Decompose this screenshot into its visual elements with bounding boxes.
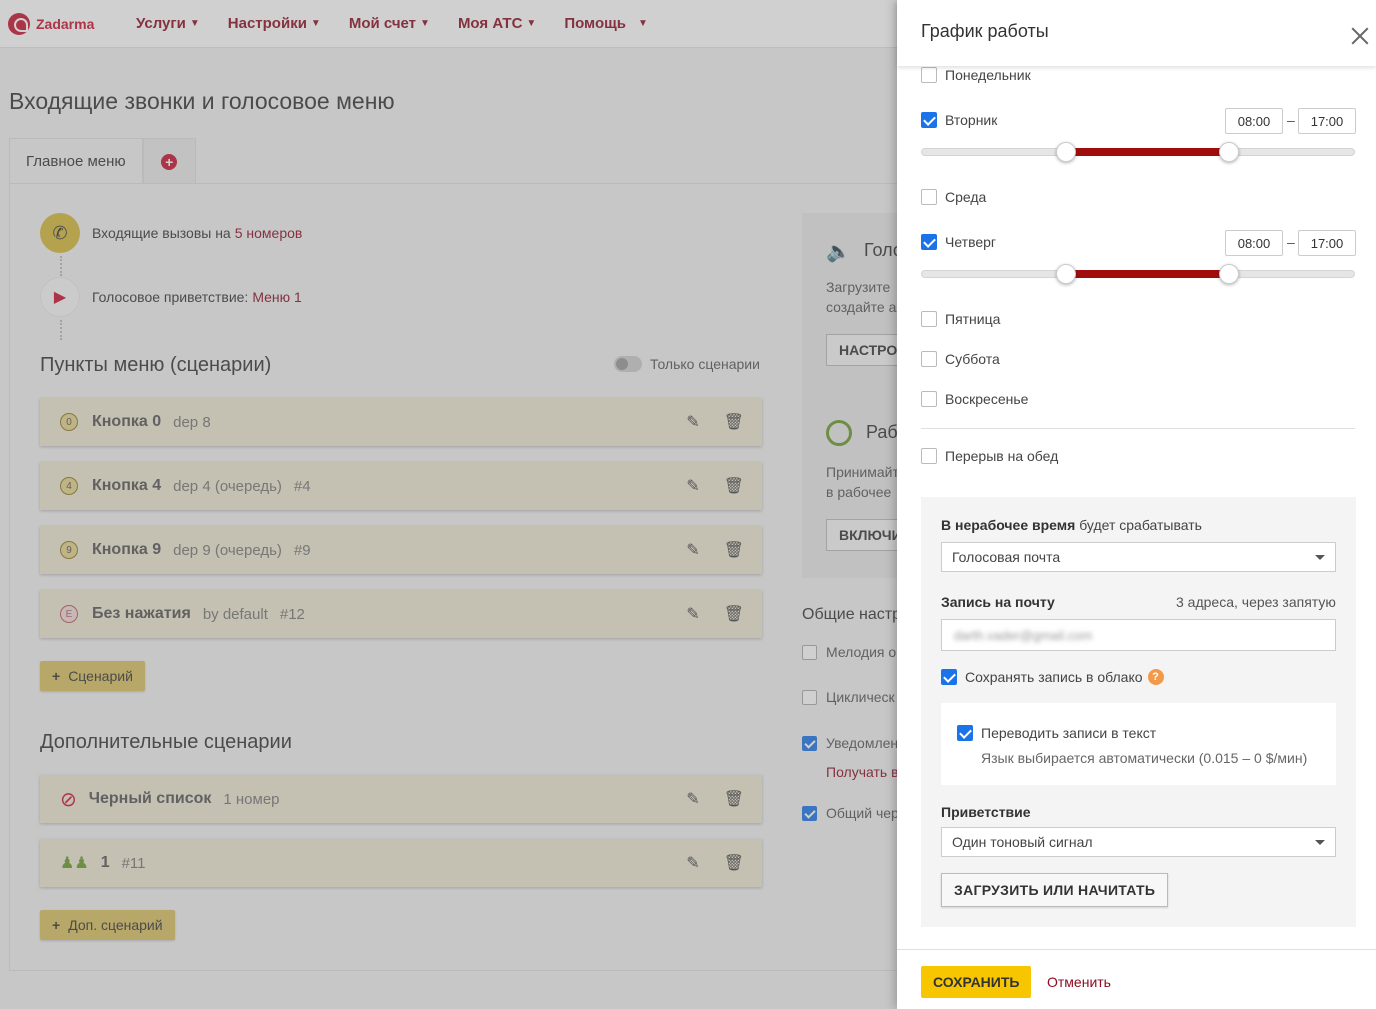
work-schedule-drawer: График работы Понедельник Вторник 08:00 … bbox=[897, 0, 1376, 1009]
greeting-label: Приветствие bbox=[941, 804, 1031, 820]
transcribe-option[interactable]: Переводить записи в текст bbox=[957, 725, 1156, 741]
checkbox[interactable] bbox=[921, 311, 937, 327]
checkbox[interactable] bbox=[921, 234, 937, 250]
caret-down-icon bbox=[1315, 555, 1325, 560]
day-label: Суббота bbox=[945, 351, 1000, 367]
off-hours-label: В нерабочее время будет срабатывать bbox=[941, 517, 1202, 533]
checkbox[interactable] bbox=[921, 351, 937, 367]
day-tuesday[interactable]: Вторник bbox=[921, 112, 997, 128]
email-value: darth.vader@gmail.com bbox=[954, 627, 1093, 643]
transcribe-block: Переводить записи в текст Язык выбираетс… bbox=[941, 703, 1336, 785]
off-hours-label-rest: будет срабатывать bbox=[1079, 517, 1202, 533]
day-label: Вторник bbox=[945, 112, 998, 128]
checkbox[interactable] bbox=[921, 391, 937, 407]
checkbox[interactable] bbox=[921, 189, 937, 205]
slider-end-handle[interactable] bbox=[1219, 264, 1239, 284]
divider bbox=[921, 428, 1355, 429]
email-input[interactable]: darth.vader@gmail.com bbox=[941, 619, 1336, 651]
slider-start-handle[interactable] bbox=[1056, 142, 1076, 162]
save-to-cloud-label: Сохранять запись в облако bbox=[965, 669, 1143, 685]
time-range-slider[interactable] bbox=[921, 264, 1355, 284]
select-value: Один тоновый сигнал bbox=[952, 834, 1093, 850]
time-range-slider[interactable] bbox=[921, 142, 1355, 162]
checkbox[interactable] bbox=[921, 112, 937, 128]
caret-down-icon bbox=[1315, 840, 1325, 845]
lunch-label: Перерыв на обед bbox=[945, 448, 1059, 464]
close-icon[interactable] bbox=[1350, 26, 1370, 46]
cancel-link[interactable]: Отменить bbox=[1047, 974, 1111, 990]
day-wednesday[interactable]: Среда bbox=[921, 189, 986, 205]
checkbox[interactable] bbox=[921, 448, 937, 464]
day-label: Понедельник bbox=[945, 67, 1031, 83]
time-separator: – bbox=[1287, 112, 1295, 128]
save-to-cloud-option[interactable]: Сохранять запись в облако ? bbox=[941, 669, 1164, 685]
upload-or-record-button[interactable]: ЗАГРУЗИТЬ ИЛИ НАЧИТАТЬ bbox=[941, 873, 1169, 907]
drawer-title: График работы bbox=[921, 21, 1049, 41]
day-friday[interactable]: Пятница bbox=[921, 311, 1000, 327]
help-icon[interactable]: ? bbox=[1147, 669, 1164, 685]
time-from-input[interactable]: 08:00 bbox=[1225, 230, 1283, 256]
greeting-select[interactable]: Один тоновый сигнал bbox=[941, 827, 1336, 857]
email-record-label: Запись на почту bbox=[941, 594, 1055, 610]
slider-range-fill bbox=[1066, 148, 1229, 156]
drawer-header: График работы bbox=[897, 0, 1376, 66]
checkbox[interactable] bbox=[941, 669, 957, 685]
off-hours-settings: В нерабочее время будет срабатывать Голо… bbox=[921, 497, 1356, 927]
slider-end-handle[interactable] bbox=[1219, 142, 1239, 162]
time-from-input[interactable]: 08:00 bbox=[1225, 108, 1283, 134]
footer-divider bbox=[897, 949, 1376, 950]
day-label: Воскресенье bbox=[945, 391, 1029, 407]
email-hint: 3 адреса, через запятую bbox=[1176, 594, 1336, 610]
save-button[interactable]: СОХРАНИТЬ bbox=[921, 966, 1032, 998]
day-label: Четверг bbox=[945, 234, 997, 250]
slider-range-fill bbox=[1066, 270, 1229, 278]
day-label: Среда bbox=[945, 189, 987, 205]
transcribe-hint: Язык выбирается автоматически (0.015 – 0… bbox=[981, 750, 1308, 766]
time-to-input[interactable]: 17:00 bbox=[1298, 108, 1356, 134]
time-to-input[interactable]: 17:00 bbox=[1298, 230, 1356, 256]
select-value: Голосовая почта bbox=[952, 549, 1061, 565]
off-hours-action-select[interactable]: Голосовая почта bbox=[941, 542, 1336, 572]
checkbox[interactable] bbox=[957, 725, 973, 741]
day-monday[interactable]: Понедельник bbox=[921, 67, 1031, 83]
day-thursday[interactable]: Четверг bbox=[921, 234, 996, 250]
slider-start-handle[interactable] bbox=[1056, 264, 1076, 284]
day-sunday[interactable]: Воскресенье bbox=[921, 391, 1028, 407]
checkbox[interactable] bbox=[921, 67, 937, 83]
lunch-break-option[interactable]: Перерыв на обед bbox=[921, 448, 1058, 464]
off-hours-label-bold: В нерабочее время bbox=[941, 517, 1076, 533]
day-label: Пятница bbox=[945, 311, 1001, 327]
transcribe-label: Переводить записи в текст bbox=[981, 725, 1157, 741]
day-saturday[interactable]: Суббота bbox=[921, 351, 1000, 367]
time-separator: – bbox=[1287, 234, 1295, 250]
